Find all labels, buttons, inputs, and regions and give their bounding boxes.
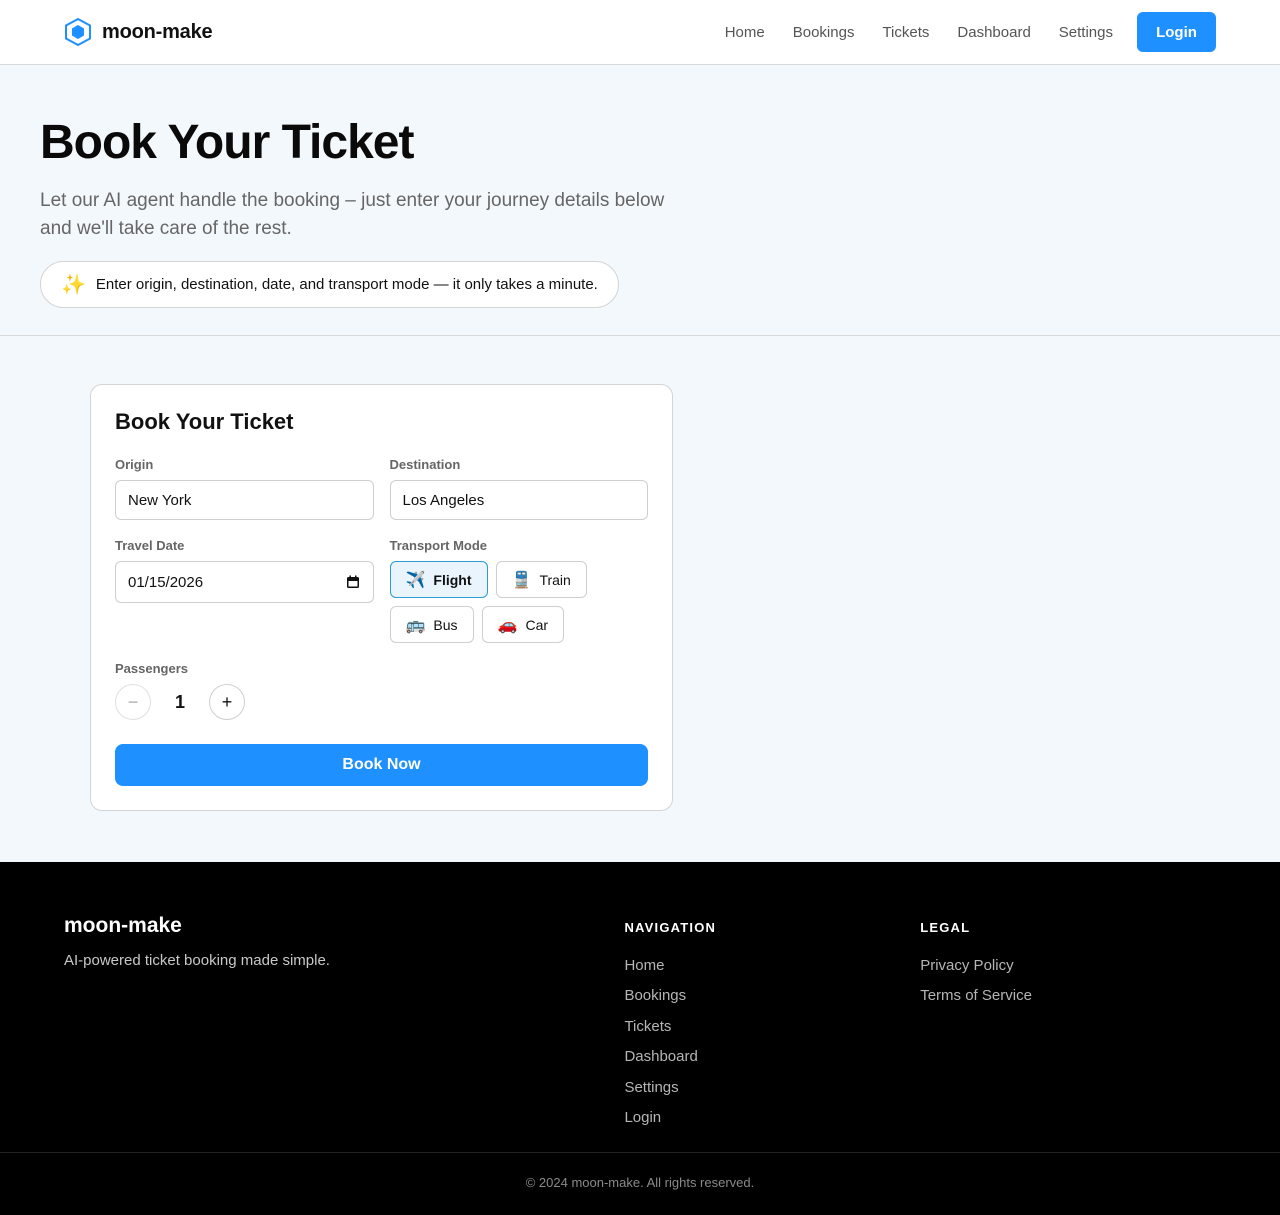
footer-link-bookings[interactable]: Bookings [624, 981, 920, 1011]
footer-link-dashboard[interactable]: Dashboard [624, 1042, 920, 1072]
bus-icon: 🚌 [405, 616, 426, 634]
nav-dashboard[interactable]: Dashboard [957, 24, 1030, 41]
hero-hint-text: Enter origin, destination, date, and tra… [95, 276, 598, 293]
site-header: moon-make Home Bookings Tickets Dashboar… [0, 0, 1280, 65]
login-button[interactable]: Login [1137, 12, 1216, 52]
destination-input[interactable]: Los Angeles [389, 480, 648, 520]
decrement-button[interactable]: − [115, 684, 151, 720]
destination-label: Destination [389, 457, 461, 472]
mode-flight-button[interactable]: ✈️ Flight [389, 561, 488, 598]
hero-section: Book Your Ticket Let our AI agent handle… [0, 65, 1280, 336]
mode-train-label: Train [539, 571, 571, 588]
footer-link-login[interactable]: Login [624, 1103, 920, 1133]
passengers-label: Passengers [115, 661, 188, 676]
brand-name: moon-make [102, 20, 213, 43]
passenger-count: 1 [174, 691, 185, 712]
brand[interactable]: moon-make [64, 18, 213, 46]
mode-car-button[interactable]: 🚗 Car [481, 606, 565, 643]
form-title: Book Your Ticket [115, 409, 294, 434]
nav-home[interactable]: Home [725, 24, 765, 41]
footer-legal-links: Privacy Policy Terms of Service [920, 951, 1216, 1012]
book-now-button[interactable]: Book Now [115, 744, 648, 786]
main-content: Book Your Ticket Origin New York Destina… [0, 336, 1280, 862]
airplane-icon: ✈️ [405, 571, 426, 589]
mode-bus-button[interactable]: 🚌 Bus [389, 606, 474, 643]
copyright: © 2024 moon-make. All rights reserved. [525, 1175, 755, 1190]
transport-mode-label: Transport Mode [389, 538, 488, 553]
footer-link-tickets[interactable]: Tickets [624, 1012, 920, 1042]
footer-nav-title: NAVIGATION [624, 920, 717, 935]
travel-date-label: Travel Date [115, 538, 185, 553]
passengers-stepper: − 1 + [115, 684, 648, 720]
calendar-icon[interactable] [345, 574, 361, 590]
train-icon: 🚆 [511, 571, 532, 589]
site-footer: moon-make AI-powered ticket booking made… [0, 862, 1280, 1215]
nav-settings[interactable]: Settings [1059, 24, 1113, 41]
car-icon: 🚗 [497, 616, 518, 634]
main-nav: Home Bookings Tickets Dashboard Settings… [725, 12, 1216, 52]
footer-link-privacy[interactable]: Privacy Policy [920, 951, 1216, 981]
footer-nav-links: Home Bookings Tickets Dashboard Settings… [624, 951, 920, 1133]
footer-link-home[interactable]: Home [624, 951, 920, 981]
travel-date-value: 01/15/2026 [128, 573, 204, 591]
increment-button[interactable]: + [209, 684, 245, 720]
footer-link-settings[interactable]: Settings [624, 1073, 920, 1103]
nav-bookings[interactable]: Bookings [793, 24, 855, 41]
footer-legal-title: LEGAL [920, 920, 971, 935]
mode-bus-label: Bus [433, 616, 458, 633]
mode-flight-label: Flight [433, 571, 472, 588]
origin-label: Origin [115, 457, 154, 472]
footer-tagline: AI-powered ticket booking made simple. [64, 952, 330, 969]
origin-input[interactable]: New York [115, 480, 374, 520]
booking-form-card: Book Your Ticket Origin New York Destina… [90, 384, 673, 811]
nav-tickets[interactable]: Tickets [882, 24, 929, 41]
sparkles-icon: ✨ [61, 274, 86, 296]
hero-subtitle: Let our AI agent handle the booking – ju… [40, 190, 665, 239]
footer-link-terms[interactable]: Terms of Service [920, 981, 1216, 1011]
hexagon-logo-icon [64, 18, 92, 46]
mode-train-button[interactable]: 🚆 Train [495, 561, 587, 598]
footer-brand: moon-make [64, 914, 182, 937]
travel-date-input[interactable]: 01/15/2026 [115, 561, 374, 603]
mode-car-label: Car [525, 616, 549, 633]
page-title: Book Your Ticket [40, 116, 414, 169]
transport-mode-group: ✈️ Flight 🚆 Train 🚌 Bus 🚗 Car [389, 561, 649, 643]
hero-hint-pill: ✨ Enter origin, destination, date, and t… [40, 261, 619, 308]
